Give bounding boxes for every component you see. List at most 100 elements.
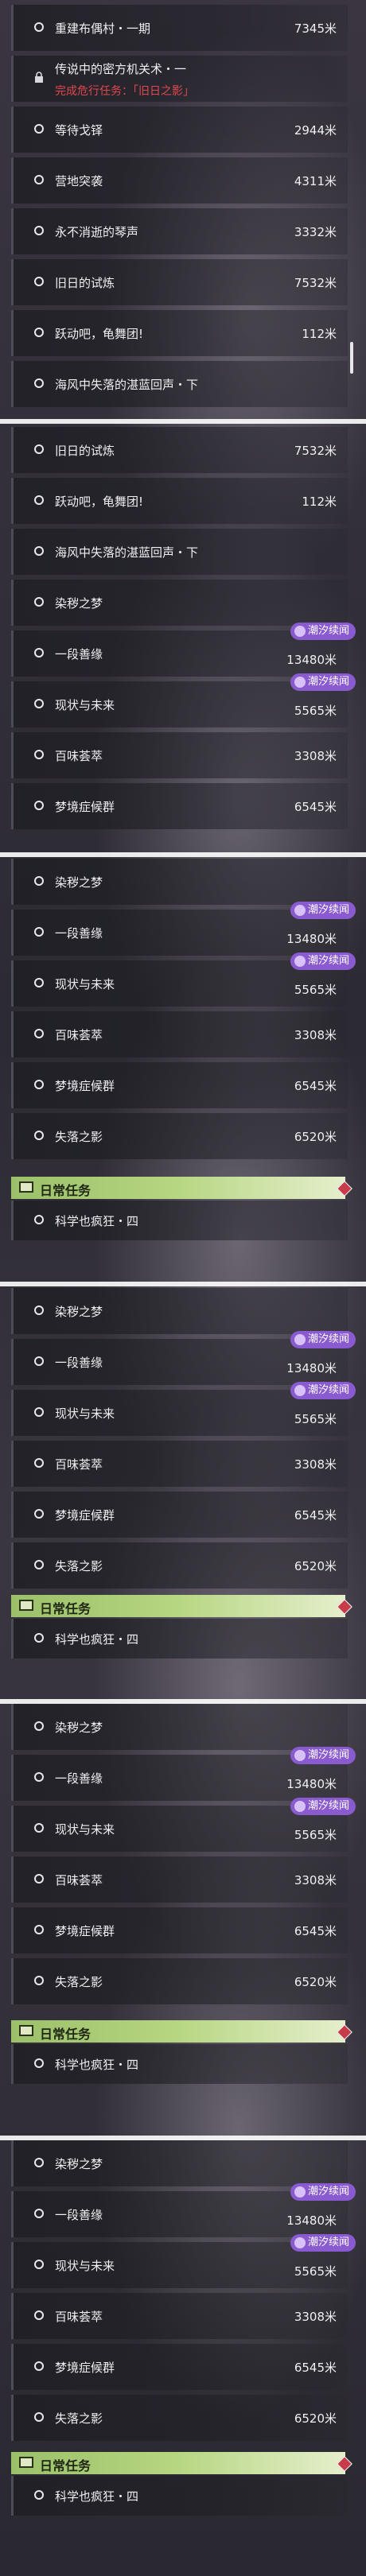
quest-distance: 7532米 xyxy=(294,276,337,290)
quest-row[interactable]: 现状与未来 潮汐续闻 5565米 xyxy=(11,952,356,1007)
quest-circle-icon xyxy=(34,1633,44,1643)
quest-circle-icon xyxy=(34,1215,44,1224)
quest-row[interactable]: 染秽之梦 xyxy=(11,1288,348,1334)
quest-row[interactable]: 现状与未来 潮汐续闻 5565米 xyxy=(11,673,356,727)
event-badge-label: 潮汐续闻 xyxy=(307,1749,349,1761)
quest-row[interactable]: 梦境症候群 6545米 xyxy=(11,1907,348,1953)
quest-name: 一段善缘 xyxy=(55,647,103,661)
quest-row[interactable]: 梦境症候群 6545米 xyxy=(11,783,348,829)
event-badge: 潮汐续闻 xyxy=(290,2183,356,2201)
quest-row[interactable]: 现状与未来 潮汐续闻 5565米 xyxy=(11,1798,356,1852)
quest-row[interactable]: 一段善缘 潮汐续闻 13480米 xyxy=(11,902,356,956)
event-badge: 潮汐续闻 xyxy=(290,1331,356,1348)
daily-quest-header[interactable]: 日常任务 xyxy=(11,1177,352,1199)
quest-name: 失落之影 xyxy=(55,2411,103,2426)
event-badge-label: 潮汐续闻 xyxy=(307,2237,349,2248)
daily-quest-row[interactable]: 科学也疯狂・四 xyxy=(11,1619,348,1658)
quest-distance: 6520米 xyxy=(294,1559,337,1573)
daily-quest-title: 日常任务 xyxy=(40,2027,92,2042)
event-badge-label: 潮汐续闻 xyxy=(307,1384,349,1396)
quest-row[interactable]: 永不消逝的琴声 3332米 xyxy=(11,208,348,254)
quest-circle-icon xyxy=(34,750,44,759)
event-badge: 潮汐续闻 xyxy=(290,1798,356,1815)
quest-name: 染秽之梦 xyxy=(55,2157,103,2171)
quest-row[interactable]: 百味荟萃 3308米 xyxy=(11,732,348,778)
quest-distance: 3308米 xyxy=(294,1457,337,1472)
quest-name: 现状与未来 xyxy=(55,698,115,712)
quest-circle-icon xyxy=(34,1407,44,1417)
quest-row[interactable]: 跃动吧，龟舞团! 112米 xyxy=(11,478,348,524)
quest-row[interactable]: 重建布偶村・一期 7345米 xyxy=(11,5,348,51)
quest-row[interactable]: 染秽之梦 xyxy=(11,2140,348,2186)
quest-row[interactable]: 梦境症候群 6545米 xyxy=(11,1492,348,1538)
daily-quest-header[interactable]: 日常任务 xyxy=(11,2452,352,2474)
quest-row[interactable]: 百味荟萃 3308米 xyxy=(11,1441,348,1487)
quest-row[interactable]: 百味荟萃 3308米 xyxy=(11,2293,348,2339)
quest-circle-icon xyxy=(34,927,44,937)
quest-row[interactable]: 染秽之梦 xyxy=(11,1704,348,1750)
quest-row[interactable]: 一段善缘 潮汐续闻 13480米 xyxy=(11,1747,356,1801)
quest-row[interactable]: 失落之影 6520米 xyxy=(11,1958,348,2004)
quest-distance: 2944米 xyxy=(294,123,337,138)
quest-row[interactable]: 跃动吧，龟舞团! 112米 xyxy=(11,310,348,356)
quest-circle-icon xyxy=(34,175,44,184)
event-badge-label: 潮汐续闻 xyxy=(307,1800,349,1812)
quest-row[interactable]: 旧日的试炼 7532米 xyxy=(11,427,348,473)
wave-icon xyxy=(294,1801,306,1812)
quest-name: 一段善缘 xyxy=(55,2208,103,2222)
quest-row[interactable]: 一段善缘 潮汐续闻 13480米 xyxy=(11,1331,356,1385)
scrollbar[interactable] xyxy=(350,342,353,374)
quest-name: 营地突袭 xyxy=(55,174,103,188)
quest-row[interactable]: 旧日的试炼 7532米 xyxy=(11,259,348,305)
quest-circle-icon xyxy=(34,1458,44,1468)
quest-row[interactable]: 百味荟萃 3308米 xyxy=(11,1011,348,1057)
quest-distance: 6520米 xyxy=(294,2411,337,2426)
quest-row[interactable]: 失落之影 6520米 xyxy=(11,1113,348,1159)
quest-row[interactable]: 一段善缘 潮汐续闻 13480米 xyxy=(11,2183,356,2237)
quest-distance: 7532米 xyxy=(294,444,337,458)
quest-row[interactable]: 染秽之梦 xyxy=(11,859,348,905)
quest-row[interactable]: 现状与未来 潮汐续闻 5565米 xyxy=(11,2234,356,2288)
quest-name: 海风中失落的湛蓝回声・下 xyxy=(55,378,199,392)
quest-row[interactable]: 海风中失落的湛蓝回声・下 xyxy=(11,361,348,407)
quest-name: 等待戈铎 xyxy=(55,123,103,138)
daily-quest-row[interactable]: 科学也疯狂・四 xyxy=(11,1201,348,1240)
quest-row[interactable]: 染秽之梦 xyxy=(11,580,348,626)
quest-distance: 6545米 xyxy=(294,800,337,814)
quest-row[interactable]: 等待戈铎 2944米 xyxy=(11,107,348,153)
daily-quest-header[interactable]: 日常任务 xyxy=(11,1595,352,1617)
quest-circle-icon xyxy=(34,978,44,987)
quest-name: 重建布偶村・一期 xyxy=(55,21,151,36)
quest-distance: 5565米 xyxy=(294,983,337,997)
quest-row[interactable]: 海风中失落的湛蓝回声・下 xyxy=(11,529,348,575)
quest-circle-icon xyxy=(34,378,44,388)
quest-name: 染秽之梦 xyxy=(55,1305,103,1319)
quest-distance: 6545米 xyxy=(294,1079,337,1093)
wave-icon xyxy=(294,2237,306,2248)
quest-panel-4: 染秽之梦 一段善缘 潮汐续闻 13480米 现状与未来 潮汐续闻 5565米 百… xyxy=(0,1286,366,1700)
book-icon xyxy=(19,1600,33,1611)
quest-panel-5: 染秽之梦 一段善缘 潮汐续闻 13480米 现状与未来 潮汐续闻 5565米 百… xyxy=(0,1704,366,2117)
daily-quest-header[interactable]: 日常任务 xyxy=(11,2020,352,2043)
quest-row[interactable]: 现状与未来 潮汐续闻 5565米 xyxy=(11,1382,356,1436)
daily-quest-row[interactable]: 科学也疯狂・四 xyxy=(11,2476,348,2516)
quest-name: 现状与未来 xyxy=(55,977,115,991)
quest-row[interactable]: 失落之影 6520米 xyxy=(11,1542,348,1589)
quest-circle-icon xyxy=(34,2158,44,2167)
quest-distance: 4311米 xyxy=(294,174,337,188)
quest-row[interactable]: 梦境症候群 6545米 xyxy=(11,1062,348,1108)
quest-circle-icon xyxy=(34,328,44,337)
quest-circle-icon xyxy=(34,1356,44,1366)
quest-row[interactable]: 营地突袭 4311米 xyxy=(11,157,348,204)
quest-row-locked[interactable]: 传说中的密方机关术・一 完成危行任务：「旧日之影」 xyxy=(11,56,348,102)
quest-row[interactable]: 失落之影 6520米 xyxy=(11,2395,348,2441)
book-icon xyxy=(19,1181,33,1193)
quest-row[interactable]: 一段善缘 潮汐续闻 13480米 xyxy=(11,623,356,677)
quest-row[interactable]: 梦境症候群 6545米 xyxy=(11,2344,348,2390)
event-badge-label: 潮汐续闻 xyxy=(307,676,349,688)
quest-row[interactable]: 百味荟萃 3308米 xyxy=(11,1856,348,1903)
book-icon xyxy=(19,2025,33,2036)
quest-distance: 3308米 xyxy=(294,1028,337,1042)
wave-icon xyxy=(294,905,306,916)
daily-quest-row[interactable]: 科学也疯狂・四 xyxy=(11,2044,348,2084)
